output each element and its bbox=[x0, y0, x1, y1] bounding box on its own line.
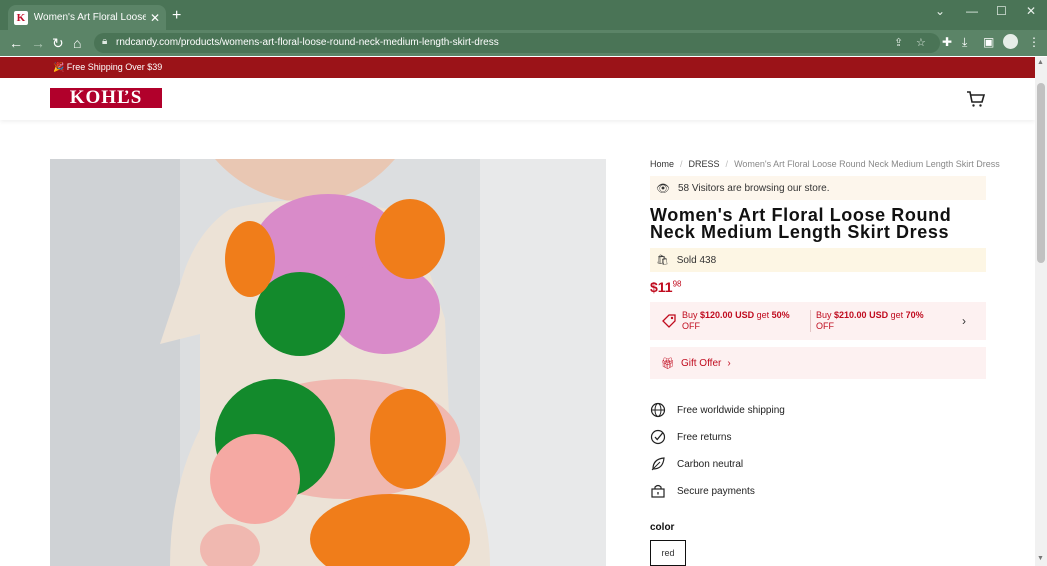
browser-tab[interactable]: K Women's Art Floral Loose Round ✕ bbox=[8, 5, 166, 30]
offer-tier-1[interactable]: Buy $120.00 USD get 50% OFF bbox=[682, 310, 802, 332]
secure-lock-icon bbox=[651, 484, 665, 498]
minimize-icon[interactable]: — bbox=[966, 4, 978, 18]
gift-offer-label: Gift Offer bbox=[680, 357, 722, 369]
back-icon[interactable]: ← bbox=[9, 35, 23, 51]
shopping-bag-icon: 🛍︎ bbox=[656, 254, 669, 266]
visitors-text: 58 Visitors are browsing our store. bbox=[677, 182, 830, 194]
scroll-up-icon[interactable]: ▲ bbox=[1037, 59, 1044, 66]
feature-text: Free returns bbox=[677, 431, 732, 443]
download-icon[interactable]: ⤓ bbox=[962, 35, 967, 50]
offer-divider bbox=[810, 310, 811, 332]
feature-shipping: Free worldwide shipping bbox=[650, 402, 785, 418]
close-window-icon[interactable]: ✕ bbox=[1026, 4, 1036, 18]
feature-text: Free worldwide shipping bbox=[677, 404, 785, 416]
share-icon[interactable]: ⇪ bbox=[894, 36, 903, 49]
breadcrumb-home[interactable]: Home bbox=[650, 159, 674, 169]
address-bar[interactable]: 🔒︎ rndcandy.com/products/womens-art-flor… bbox=[94, 33, 940, 53]
color-swatch-red[interactable]: red bbox=[650, 540, 686, 566]
breadcrumb-category[interactable]: DRESS bbox=[689, 159, 720, 169]
promo-text: 🎉 Free Shipping Over $39 bbox=[53, 62, 163, 72]
site-header: KOHĽS bbox=[0, 78, 1035, 120]
close-tab-icon[interactable]: ✕ bbox=[150, 11, 160, 25]
price-tag-icon bbox=[662, 314, 676, 328]
tab-search-icon[interactable]: ⌄ bbox=[935, 4, 945, 18]
color-option-label: color bbox=[650, 522, 675, 533]
url-text: rndcandy.com/products/womens-art-floral-… bbox=[116, 37, 499, 48]
product-price: $1198 bbox=[650, 279, 682, 295]
cart-icon[interactable] bbox=[966, 90, 986, 108]
maximize-icon[interactable]: ☐ bbox=[996, 4, 1007, 18]
sold-text: Sold 438 bbox=[676, 254, 717, 266]
sold-count-box: 🛍︎ Sold 438 bbox=[650, 248, 986, 272]
kohls-logo[interactable]: KOHĽS bbox=[50, 87, 162, 108]
feature-text: Carbon neutral bbox=[677, 458, 744, 470]
site-favicon: K bbox=[14, 10, 28, 25]
new-tab-icon[interactable]: + bbox=[172, 7, 181, 25]
home-icon[interactable]: ⌂ bbox=[73, 35, 81, 51]
visitors-notice: 👁︎ 58 Visitors are browsing our store. bbox=[650, 176, 986, 200]
profile-avatar-icon[interactable] bbox=[1003, 34, 1018, 49]
gift-offer[interactable]: 🎁︎ Gift Offer › bbox=[650, 347, 986, 379]
chevron-right-icon: › bbox=[727, 357, 731, 369]
chevron-right-icon[interactable]: › bbox=[962, 314, 966, 328]
address-toolbar: ← → ↻ ⌂ 🔒︎ rndcandy.com/products/womens-… bbox=[0, 30, 1047, 56]
gift-icon: 🎁︎ bbox=[661, 357, 675, 370]
page-scrollbar[interactable]: ▲ ▼ bbox=[1035, 57, 1047, 566]
product-title: Women's Art Floral Loose Round Neck Medi… bbox=[650, 205, 952, 242]
price-main: $11 bbox=[650, 279, 673, 295]
bulk-offers[interactable]: Buy $120.00 USD get 50% OFF Buy $210.00 U… bbox=[650, 302, 986, 340]
tab-title: Women's Art Floral Loose Round bbox=[33, 12, 146, 23]
side-panel-icon[interactable]: ▣ bbox=[983, 35, 994, 49]
browser-tab-strip: K Women's Art Floral Loose Round ✕ + ⌄ —… bbox=[0, 0, 1047, 30]
feature-text: Secure payments bbox=[677, 485, 755, 497]
leaf-icon bbox=[651, 457, 665, 471]
check-circle-icon bbox=[650, 429, 666, 445]
extensions-icon[interactable]: ✚ bbox=[942, 35, 952, 49]
lock-icon: 🔒︎ bbox=[102, 36, 108, 47]
eye-icon: 👁︎ bbox=[656, 182, 670, 195]
promo-bar: 🎉 Free Shipping Over $39 bbox=[0, 57, 1035, 78]
breadcrumb-current: Women's Art Floral Loose Round Neck Medi… bbox=[734, 159, 1000, 169]
reload-icon[interactable]: ↻ bbox=[52, 35, 64, 52]
menu-kebab-icon[interactable]: ⋮ bbox=[1028, 35, 1040, 49]
offer-tier-2[interactable]: Buy $210.00 USD get 70% OFF bbox=[816, 310, 936, 332]
globe-icon bbox=[650, 402, 666, 418]
scroll-down-icon[interactable]: ▼ bbox=[1037, 555, 1044, 562]
product-image[interactable] bbox=[50, 159, 606, 566]
bookmark-star-icon[interactable]: ☆ bbox=[916, 36, 926, 49]
breadcrumb: Home / DRESS / Women's Art Floral Loose Roun… bbox=[650, 159, 1000, 169]
feature-payments: Secure payments bbox=[650, 483, 755, 499]
feature-returns: Free returns bbox=[650, 429, 731, 445]
price-cents: 98 bbox=[672, 279, 682, 289]
feature-carbon: Carbon neutral bbox=[650, 456, 743, 472]
forward-icon[interactable]: → bbox=[31, 35, 45, 51]
scrollbar-thumb[interactable] bbox=[1037, 83, 1045, 263]
